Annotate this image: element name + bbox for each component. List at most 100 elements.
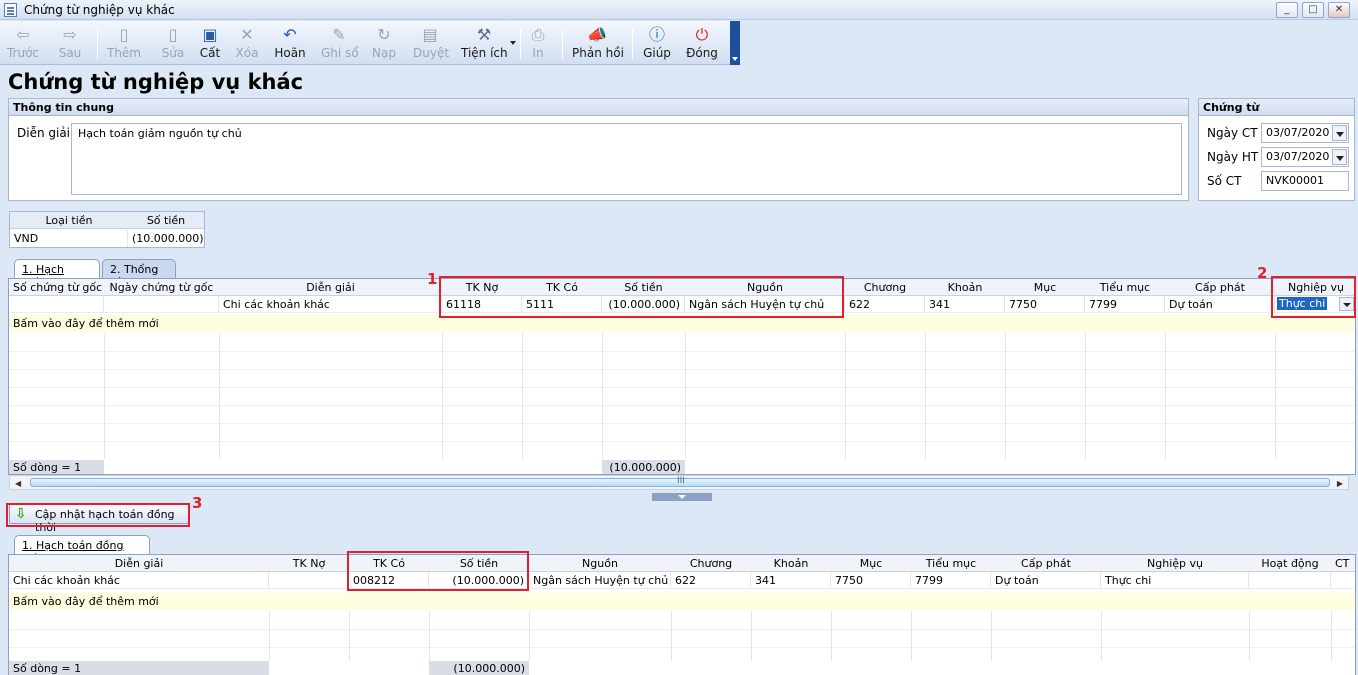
col-header[interactable]: Khoản xyxy=(925,279,1005,296)
tab-concurrent-accounting[interactable]: 1. Hạch toán đồng thời xyxy=(14,535,150,565)
close-button[interactable]: ⏻ Đóng xyxy=(686,24,718,64)
col-header[interactable]: Cấp phát xyxy=(991,555,1101,572)
grid-cell[interactable]: 7799 xyxy=(1085,296,1165,313)
grid-cell[interactable]: Ngân sách Huyện tự chủ xyxy=(529,572,671,589)
currency-amount-cell[interactable]: (10.000.000) xyxy=(128,230,204,247)
toolbar: ⇦ Trước ⇨ Sau ▯ Thêm ▯ Sửa ▣ Cất ✕ Xóa ↶ Hoãn ✎… xyxy=(0,21,738,65)
approve-button[interactable]: ▤ Duyệt xyxy=(413,24,449,64)
add-new-row[interactable]: Bấm vào đây để thêm mới xyxy=(9,593,1355,610)
horizontal-scrollbar[interactable]: ◀ III ▶ xyxy=(9,475,1349,490)
utilities-button[interactable]: ⚒ Tiện ích xyxy=(461,24,508,64)
save-icon: ▣ xyxy=(202,25,218,44)
concurrent-accounting-grid: Diễn giải TK Nợ TK Có Số tiền Nguồn Chươ… xyxy=(8,554,1356,675)
tab-statistics[interactable]: 2. Thống kê xyxy=(102,259,176,289)
reload-button[interactable]: ↻ Nạp xyxy=(371,24,397,64)
row-count: Số dòng = 1 xyxy=(9,460,104,474)
minimize-button[interactable]: _ xyxy=(1276,2,1298,18)
grid-cell[interactable]: 622 xyxy=(671,572,751,589)
post-button[interactable]: ✎ Ghi sổ xyxy=(321,24,359,64)
col-header[interactable]: Mục xyxy=(831,555,911,572)
voucher-header: Chứng từ xyxy=(1199,99,1354,116)
pencil-icon: ✎ xyxy=(332,25,346,44)
col-header[interactable]: Ngày chứng từ gốc xyxy=(104,279,219,296)
edit-button[interactable]: ▯ Sửa xyxy=(160,24,186,64)
grid-cell[interactable]: 622 xyxy=(845,296,925,313)
col-header[interactable]: Chương xyxy=(671,555,751,572)
scroll-left-icon[interactable]: ◀ xyxy=(15,479,21,488)
undo-icon: ↶ xyxy=(283,25,297,44)
grid-cell[interactable] xyxy=(1331,572,1355,589)
general-info-header: Thông tin chung xyxy=(9,99,1188,116)
toolbar-options-button[interactable] xyxy=(730,21,740,65)
col-header[interactable]: Hoạt động xyxy=(1249,555,1331,572)
help-button[interactable]: ⓘ Giúp xyxy=(643,24,671,64)
col-header[interactable]: Chương xyxy=(845,279,925,296)
add-document-icon: ▯ xyxy=(119,25,129,44)
calendar-dropdown-icon[interactable] xyxy=(1332,149,1347,165)
utilities-dropdown-icon[interactable] xyxy=(510,41,516,45)
voucher-date-field[interactable]: 03/07/2020 xyxy=(1261,123,1349,143)
save-button[interactable]: ▣ Cất xyxy=(198,24,222,64)
col-header[interactable]: Tiểu mục xyxy=(1085,279,1165,296)
voucher-number-field[interactable]: NVK00001 xyxy=(1261,171,1349,191)
feedback-button[interactable]: 📣 Phản hồi xyxy=(572,24,624,64)
col-header[interactable]: Khoản xyxy=(751,555,831,572)
col-header[interactable]: TK Nợ xyxy=(269,555,349,572)
window-titlebar: Chứng từ nghiệp vụ khác _ □ ✕ xyxy=(0,0,1358,20)
posting-date-field[interactable]: 03/07/2020 xyxy=(1261,147,1349,167)
col-header[interactable]: Tiểu mục xyxy=(911,555,991,572)
grid-cell[interactable]: Thực chi xyxy=(1101,572,1249,589)
col-header[interactable]: Nguồn xyxy=(529,555,671,572)
help-icon: ⓘ xyxy=(648,25,665,44)
col-header[interactable]: Diễn giải xyxy=(9,555,269,572)
print-button[interactable]: ⎙ In xyxy=(528,24,548,64)
grid-cell[interactable] xyxy=(104,296,219,313)
grid-cell[interactable] xyxy=(1249,572,1331,589)
grid-cell[interactable] xyxy=(269,572,349,589)
currency-code-cell[interactable]: VND xyxy=(10,230,128,247)
col-header[interactable]: CT xyxy=(1331,555,1355,572)
delete-button[interactable]: ✕ Xóa xyxy=(235,24,259,64)
close-window-button[interactable]: ✕ xyxy=(1328,2,1350,18)
restore-button[interactable]: □ xyxy=(1302,2,1324,18)
col-header[interactable]: Nghiệp vụ xyxy=(1101,555,1249,572)
voucher-number-label: Số CT xyxy=(1207,174,1242,188)
grid-cell[interactable]: Dự toán xyxy=(991,572,1101,589)
scroll-thumb[interactable]: III xyxy=(30,476,1330,487)
power-icon: ⏻ xyxy=(695,25,709,44)
undo-button[interactable]: ↶ Hoãn xyxy=(274,24,306,64)
grid-cell[interactable]: Dự toán xyxy=(1165,296,1275,313)
scroll-right-icon[interactable]: ▶ xyxy=(1337,479,1343,488)
col-header[interactable]: Diễn giải xyxy=(219,279,442,296)
tools-icon: ⚒ xyxy=(476,25,492,44)
megaphone-icon: 📣 xyxy=(587,25,607,44)
description-field[interactable]: Hạch toán giảm nguồn tự chủ xyxy=(71,123,1182,195)
description-label: Diễn giải xyxy=(17,126,71,140)
prev-button[interactable]: ⇦ Trước xyxy=(6,24,40,64)
grid-cell[interactable]: 341 xyxy=(751,572,831,589)
highlight-box-4 xyxy=(347,551,529,591)
next-button[interactable]: ⇨ Sau xyxy=(54,24,86,64)
col-header[interactable]: Số chứng từ gốc xyxy=(9,279,104,296)
grid-cell[interactable]: 7799 xyxy=(911,572,991,589)
col-header[interactable]: Mục xyxy=(1005,279,1085,296)
app-document-icon xyxy=(4,3,17,17)
grid-cell[interactable]: 341 xyxy=(925,296,1005,313)
delete-icon: ✕ xyxy=(240,25,254,44)
grid-cell[interactable]: Chi các khoản khác xyxy=(9,572,269,589)
annotation-2: 2 xyxy=(1257,264,1268,282)
grid-cell[interactable]: Chi các khoản khác xyxy=(219,296,442,313)
panel-splitter[interactable] xyxy=(652,493,712,501)
grid-cell[interactable] xyxy=(9,296,104,313)
tab-accounting[interactable]: 1. Hạch toán xyxy=(14,259,100,289)
grid-cell[interactable]: 7750 xyxy=(1005,296,1085,313)
calendar-dropdown-icon[interactable] xyxy=(1332,125,1347,141)
annotation-3: 3 xyxy=(192,494,203,512)
highlight-box-3 xyxy=(6,503,190,527)
add-button[interactable]: ▯ Thêm xyxy=(106,24,142,64)
currency-table: Loại tiền Số tiền VND (10.000.000) xyxy=(9,211,205,248)
general-info-panel: Thông tin chung Diễn giải Hạch toán giảm… xyxy=(8,98,1189,201)
total-amount: (10.000.000) xyxy=(602,460,685,474)
grid-cell[interactable]: 7750 xyxy=(831,572,911,589)
highlight-box-2 xyxy=(1271,276,1356,318)
